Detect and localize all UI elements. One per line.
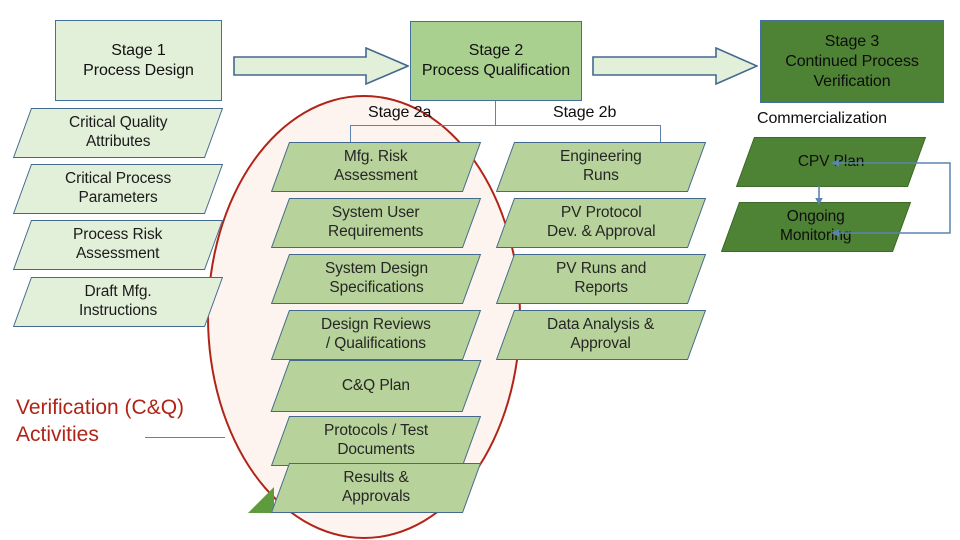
stage1-item-label: Draft Mfg. Instructions (78, 283, 158, 319)
stage1-item-critical-quality-attributes[interactable]: Critical Quality Attributes (12, 108, 224, 158)
stage2b-item-data-analysis-approval[interactable]: Data Analysis & Approval (495, 310, 707, 360)
connector-stage2-stem (495, 101, 496, 125)
stage-2-box[interactable]: Stage 2 Process Qualification (410, 21, 582, 101)
stage2a-item-label: System User Requirements (328, 204, 424, 240)
stage-2a-label: Stage 2a (368, 104, 432, 121)
stage1-item-label: Critical Process Parameters (64, 170, 172, 206)
stage-1-box[interactable]: Stage 1 Process Design (55, 20, 222, 101)
stage2b-item-label: PV Runs and Reports (555, 260, 647, 296)
stage1-item-label: Critical Quality Attributes (68, 114, 168, 150)
stage2a-item-cq-plan[interactable]: C&Q Plan (270, 360, 482, 412)
stage2a-item-mfg-risk-assessment[interactable]: Mfg. Risk Assessment (270, 142, 482, 192)
stage2a-item-label: Design Reviews / Qualifications (321, 316, 431, 352)
stage2a-item-label: System Design Specifications (324, 260, 428, 296)
connector-verification-leader (145, 437, 225, 438)
arrow-stage1-to-stage2 (233, 47, 409, 85)
stage2a-item-results-approvals[interactable]: Results & Approvals (270, 463, 482, 513)
stage2a-item-system-design-specifications[interactable]: System Design Specifications (270, 254, 482, 304)
feedback-loop-arrows (831, 159, 951, 237)
stage1-item-label: Process Risk Assessment (73, 226, 163, 262)
stage-3-box[interactable]: Stage 3 Continued Process Verification (760, 20, 944, 103)
stage2a-item-label: Mfg. Risk Assessment (334, 148, 418, 184)
verification-activities-annotation: Verification (C&Q) Activities (16, 396, 185, 447)
stage2a-item-label: Protocols / Test Documents (323, 422, 429, 458)
stage-2b-label: Stage 2b (553, 104, 617, 121)
stage2a-item-design-reviews-qualifications[interactable]: Design Reviews / Qualifications (270, 310, 482, 360)
stage2a-item-system-user-requirements[interactable]: System User Requirements (270, 198, 482, 248)
stage2b-item-engineering-runs[interactable]: Engineering Runs (495, 142, 707, 192)
stage2b-item-label: PV Protocol Dev. & Approval (546, 204, 656, 240)
connector-stage2-crossbar (350, 125, 660, 126)
stage2b-item-pv-protocol-dev-approval[interactable]: PV Protocol Dev. & Approval (495, 198, 707, 248)
stage1-item-process-risk-assessment[interactable]: Process Risk Assessment (12, 220, 224, 270)
results-approvals-corner-accent (248, 487, 274, 513)
stage2a-item-label: C&Q Plan (341, 376, 411, 394)
stage1-item-critical-process-parameters[interactable]: Critical Process Parameters (12, 164, 224, 214)
stage2a-item-label: Results & Approvals (341, 469, 411, 505)
arrow-stage2-to-stage3 (592, 47, 758, 85)
stage1-item-draft-mfg-instructions[interactable]: Draft Mfg. Instructions (12, 277, 224, 327)
commercialization-label: Commercialization (757, 110, 887, 127)
process-validation-diagram: Stage 1 Process Design Stage 2 Process Q… (0, 0, 960, 540)
stage2a-item-protocols-test-documents[interactable]: Protocols / Test Documents (270, 416, 482, 466)
stage2b-item-label: Engineering Runs (560, 148, 642, 184)
stage2b-item-pv-runs-and-reports[interactable]: PV Runs and Reports (495, 254, 707, 304)
stage2b-item-label: Data Analysis & Approval (547, 316, 655, 352)
